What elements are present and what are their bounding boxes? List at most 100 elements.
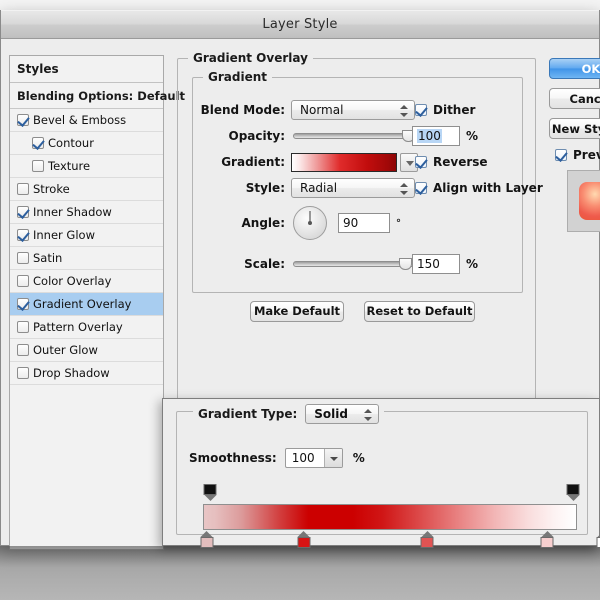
gradient-editor-window: Gradient Type: Solid Smoothness: 100 % — [162, 398, 600, 548]
checkbox-icon[interactable] — [17, 229, 29, 241]
align-with-layer-row[interactable]: Align with Layer — [415, 178, 543, 198]
style-value: Radial — [300, 181, 338, 195]
scale-input[interactable]: 150 — [412, 254, 460, 274]
sidebar-item-inner-glow[interactable]: Inner Glow — [10, 224, 163, 247]
sidebar-item-label: Stroke — [33, 182, 70, 196]
checkbox-icon[interactable] — [17, 275, 29, 287]
smoothness-combo[interactable]: 100 — [284, 448, 343, 468]
dither-row[interactable]: Dither — [415, 100, 475, 120]
opacity-stop[interactable] — [203, 484, 217, 501]
angle-value: 90 — [343, 216, 359, 230]
sidebar-item-label: Pattern Overlay — [33, 320, 123, 334]
blend-mode-select[interactable]: Normal — [291, 100, 415, 120]
opacity-row: Opacity: — [199, 126, 415, 146]
gradient-overlay-legend: Gradient Overlay — [188, 51, 313, 65]
color-stop-chip — [540, 537, 554, 548]
color-stop[interactable] — [420, 531, 434, 548]
cancel-button[interactable]: Cancel — [549, 88, 600, 109]
sidebar-item-blending-options[interactable]: Blending Options: Default — [10, 83, 185, 109]
ok-button[interactable]: OK — [549, 58, 600, 79]
scale-value: 150 — [417, 257, 440, 271]
gradient-row: Gradient: — [199, 152, 418, 172]
checkbox-icon[interactable] — [32, 160, 44, 172]
angle-input[interactable]: 90 — [338, 213, 390, 233]
checkbox-icon[interactable] — [555, 149, 567, 161]
checkbox-icon[interactable] — [17, 252, 29, 264]
gradient-preview-bar[interactable] — [203, 504, 577, 530]
smoothness-label: Smoothness: — [189, 451, 277, 465]
style-label: Style: — [245, 181, 285, 195]
chevron-down-icon[interactable] — [323, 449, 342, 467]
sidebar-item-label: Texture — [48, 159, 91, 173]
dialog-button-column: OK Cancel New Style... Preview — [549, 58, 600, 232]
angle-dial[interactable] — [293, 206, 327, 240]
angle-unit: ° — [396, 217, 401, 229]
dialog-titlebar[interactable]: Layer Style — [1, 10, 599, 39]
align-with-layer-label: Align with Layer — [433, 181, 543, 195]
sidebar-item-texture[interactable]: Texture — [10, 155, 163, 178]
scale-slider[interactable] — [293, 257, 415, 271]
gradient-type-select[interactable]: Solid — [305, 404, 380, 424]
dialog-drop-shadow — [0, 546, 600, 600]
checkbox-icon[interactable] — [17, 183, 29, 195]
smoothness-row: Smoothness: 100 % — [189, 448, 365, 468]
preview-shape-icon — [579, 182, 600, 220]
sidebar-item-outer-glow[interactable]: Outer Glow — [10, 339, 163, 362]
make-default-button[interactable]: Make Default — [250, 300, 344, 322]
slider-track — [293, 133, 415, 139]
checkbox-icon[interactable] — [32, 137, 44, 149]
slider-track — [293, 261, 415, 267]
sidebar-item-stroke[interactable]: Stroke — [10, 178, 163, 201]
sidebar-item-bevel-emboss[interactable]: Bevel & Emboss — [10, 109, 163, 132]
sidebar-item-label: Contour — [48, 136, 94, 150]
preview-thumbnail — [567, 170, 600, 232]
checkbox-icon[interactable] — [17, 344, 29, 356]
opacity-input[interactable]: 100 — [412, 126, 460, 146]
opacity-value: 100 — [417, 129, 442, 143]
angle-label: Angle: — [241, 216, 285, 230]
gradient-legend: Gradient — [203, 70, 272, 84]
gradient-bar-wrap — [200, 484, 600, 548]
opacity-slider[interactable] — [293, 129, 415, 143]
color-stop[interactable] — [200, 531, 214, 548]
checkbox-icon[interactable] — [17, 367, 29, 379]
gradient-type-legend-wrap: Gradient Type: Solid — [193, 404, 385, 424]
gradient-swatch-button[interactable] — [291, 152, 397, 172]
reverse-row[interactable]: Reverse — [415, 152, 488, 172]
checkbox-icon[interactable] — [415, 104, 427, 116]
sidebar-item-color-overlay[interactable]: Color Overlay — [10, 270, 163, 293]
checkbox-icon[interactable] — [17, 114, 29, 126]
sidebar-item-label: Drop Shadow — [33, 366, 110, 380]
blend-mode-label: Blend Mode: — [200, 103, 285, 117]
color-stop[interactable] — [297, 531, 311, 548]
scale-row: Scale: — [199, 254, 415, 274]
opacity-stop[interactable] — [566, 484, 580, 501]
sidebar-item-satin[interactable]: Satin — [10, 247, 163, 270]
sidebar-item-gradient-overlay[interactable]: Gradient Overlay — [10, 293, 163, 316]
sidebar-item-label: Inner Shadow — [33, 205, 112, 219]
scale-label: Scale: — [244, 257, 285, 271]
opacity-stop-chip — [566, 484, 580, 495]
sidebar-item-drop-shadow[interactable]: Drop Shadow — [10, 362, 163, 385]
color-stop[interactable] — [540, 531, 554, 548]
opacity-value-row: 100 % — [412, 126, 478, 146]
sidebar-item-pattern-overlay[interactable]: Pattern Overlay — [10, 316, 163, 339]
checkbox-icon[interactable] — [17, 298, 29, 310]
preview-row[interactable]: Preview — [555, 148, 600, 162]
sidebar-item-inner-shadow[interactable]: Inner Shadow — [10, 201, 163, 224]
scale-unit: % — [466, 257, 479, 271]
sidebar-item-label: Outer Glow — [33, 343, 98, 357]
checkbox-icon[interactable] — [415, 156, 427, 168]
defaults-button-row: Make Default Reset to Default — [250, 300, 475, 322]
new-style-button[interactable]: New Style... — [549, 118, 600, 139]
sidebar-item-contour[interactable]: Contour — [10, 132, 163, 155]
checkbox-icon[interactable] — [17, 321, 29, 333]
smoothness-unit: % — [352, 451, 365, 465]
checkbox-icon[interactable] — [415, 182, 427, 194]
slider-knob[interactable] — [399, 258, 412, 270]
reset-to-default-button[interactable]: Reset to Default — [364, 300, 475, 322]
opacity-label: Opacity: — [228, 129, 285, 143]
sidebar-item-label: Inner Glow — [33, 228, 95, 242]
checkbox-icon[interactable] — [17, 206, 29, 218]
style-select[interactable]: Radial — [291, 178, 415, 198]
